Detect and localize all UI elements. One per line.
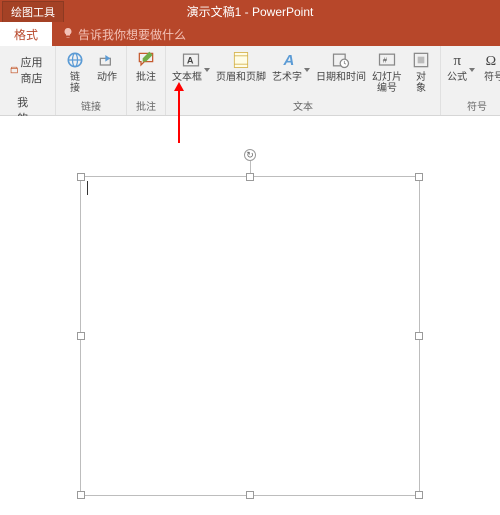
rotate-connector [250,161,251,173]
comment-button[interactable]: 批注 [131,48,161,85]
slide-number-icon: # [377,50,397,70]
resize-handle-br[interactable] [415,491,423,499]
lightbulb-icon [62,27,74,42]
resize-handle-bl[interactable] [77,491,85,499]
header-footer-button[interactable]: 页眉和页脚 [214,48,268,85]
header-footer-icon [231,50,251,70]
object-label: 对 象 [416,72,426,94]
svg-text:π: π [454,53,462,69]
rotate-handle[interactable] [244,149,256,161]
svg-text:#: # [383,56,388,65]
group-symbols-label: 符号 [467,98,487,114]
textbox-label: 文本框 [172,72,210,83]
textbox-shape[interactable] [80,176,420,496]
equation-button[interactable]: π 公式 [445,48,477,85]
tab-format[interactable]: 格式 [0,22,52,46]
wordart-button[interactable]: A 艺术字 [270,48,312,85]
header-footer-label: 页眉和页脚 [216,72,266,83]
tell-me-search[interactable]: 告诉我你想要做什么 [62,26,186,43]
svg-text:A: A [283,52,295,69]
document-title: 演示文稿1 - PowerPoint [187,3,314,20]
action-icon [97,50,117,70]
symbol-icon: Ω [484,50,500,70]
svg-text:A: A [187,55,194,65]
datetime-button[interactable]: 日期和时间 [314,48,368,85]
object-button[interactable]: 对 象 [406,48,436,96]
group-links: 链 接 动作 链接 [56,46,127,115]
tell-me-label: 告诉我你想要做什么 [78,26,186,43]
ribbon-tab-bar: 格式 告诉我你想要做什么 [0,22,500,46]
action-label: 动作 [97,72,117,83]
svg-text:Ω: Ω [486,53,497,69]
group-links-label: 链接 [81,98,101,114]
group-symbols: π 公式 Ω 符号 符号 [441,46,500,115]
hyperlink-button[interactable]: 链 接 [60,48,90,96]
ribbon: 应用商店 我的加载项 加载项 链 接 动作 链接 批注 [0,46,500,116]
datetime-icon [331,50,351,70]
text-cursor [87,181,88,195]
group-comments-label: 批注 [136,98,156,114]
symbol-button[interactable]: Ω 符号 [479,48,500,85]
slide-number-label: 幻灯片 编号 [372,72,402,94]
datetime-label: 日期和时间 [316,72,366,83]
equation-icon: π [451,50,471,70]
resize-handle-tr[interactable] [415,173,423,181]
slide-number-button[interactable]: # 幻灯片 编号 [370,48,404,96]
app-store-button[interactable]: 应用商店 [6,52,51,88]
textbox-button[interactable]: A 文本框 [170,48,212,85]
equation-label: 公式 [447,72,475,83]
title-bar: 绘图工具 演示文稿1 - PowerPoint [0,0,500,22]
group-text-label: 文本 [293,98,313,114]
object-icon [411,50,431,70]
hyperlink-label: 链 接 [70,72,80,94]
wordart-icon: A [281,50,301,70]
action-button[interactable]: 动作 [92,48,122,85]
resize-handle-tm[interactable] [246,173,254,181]
group-comments: 批注 批注 [127,46,166,115]
wordart-label: 艺术字 [272,72,310,83]
slide-canvas[interactable] [0,116,500,515]
group-text: A 文本框 页眉和页脚 A 艺术字 日期和时间 # 幻灯片 编号 对 象 [166,46,441,115]
resize-handle-bm[interactable] [246,491,254,499]
symbol-label: 符号 [484,72,500,83]
group-addins: 应用商店 我的加载项 加载项 [2,46,56,115]
resize-handle-mr[interactable] [415,332,423,340]
textbox-icon: A [181,50,201,70]
app-store-label: 应用商店 [20,54,47,86]
resize-handle-ml[interactable] [77,332,85,340]
store-icon [10,63,18,77]
comment-icon [136,50,156,70]
comment-label: 批注 [136,72,156,83]
contextual-tab-label: 绘图工具 [2,1,64,22]
resize-handle-tl[interactable] [77,173,85,181]
hyperlink-icon [65,50,85,70]
